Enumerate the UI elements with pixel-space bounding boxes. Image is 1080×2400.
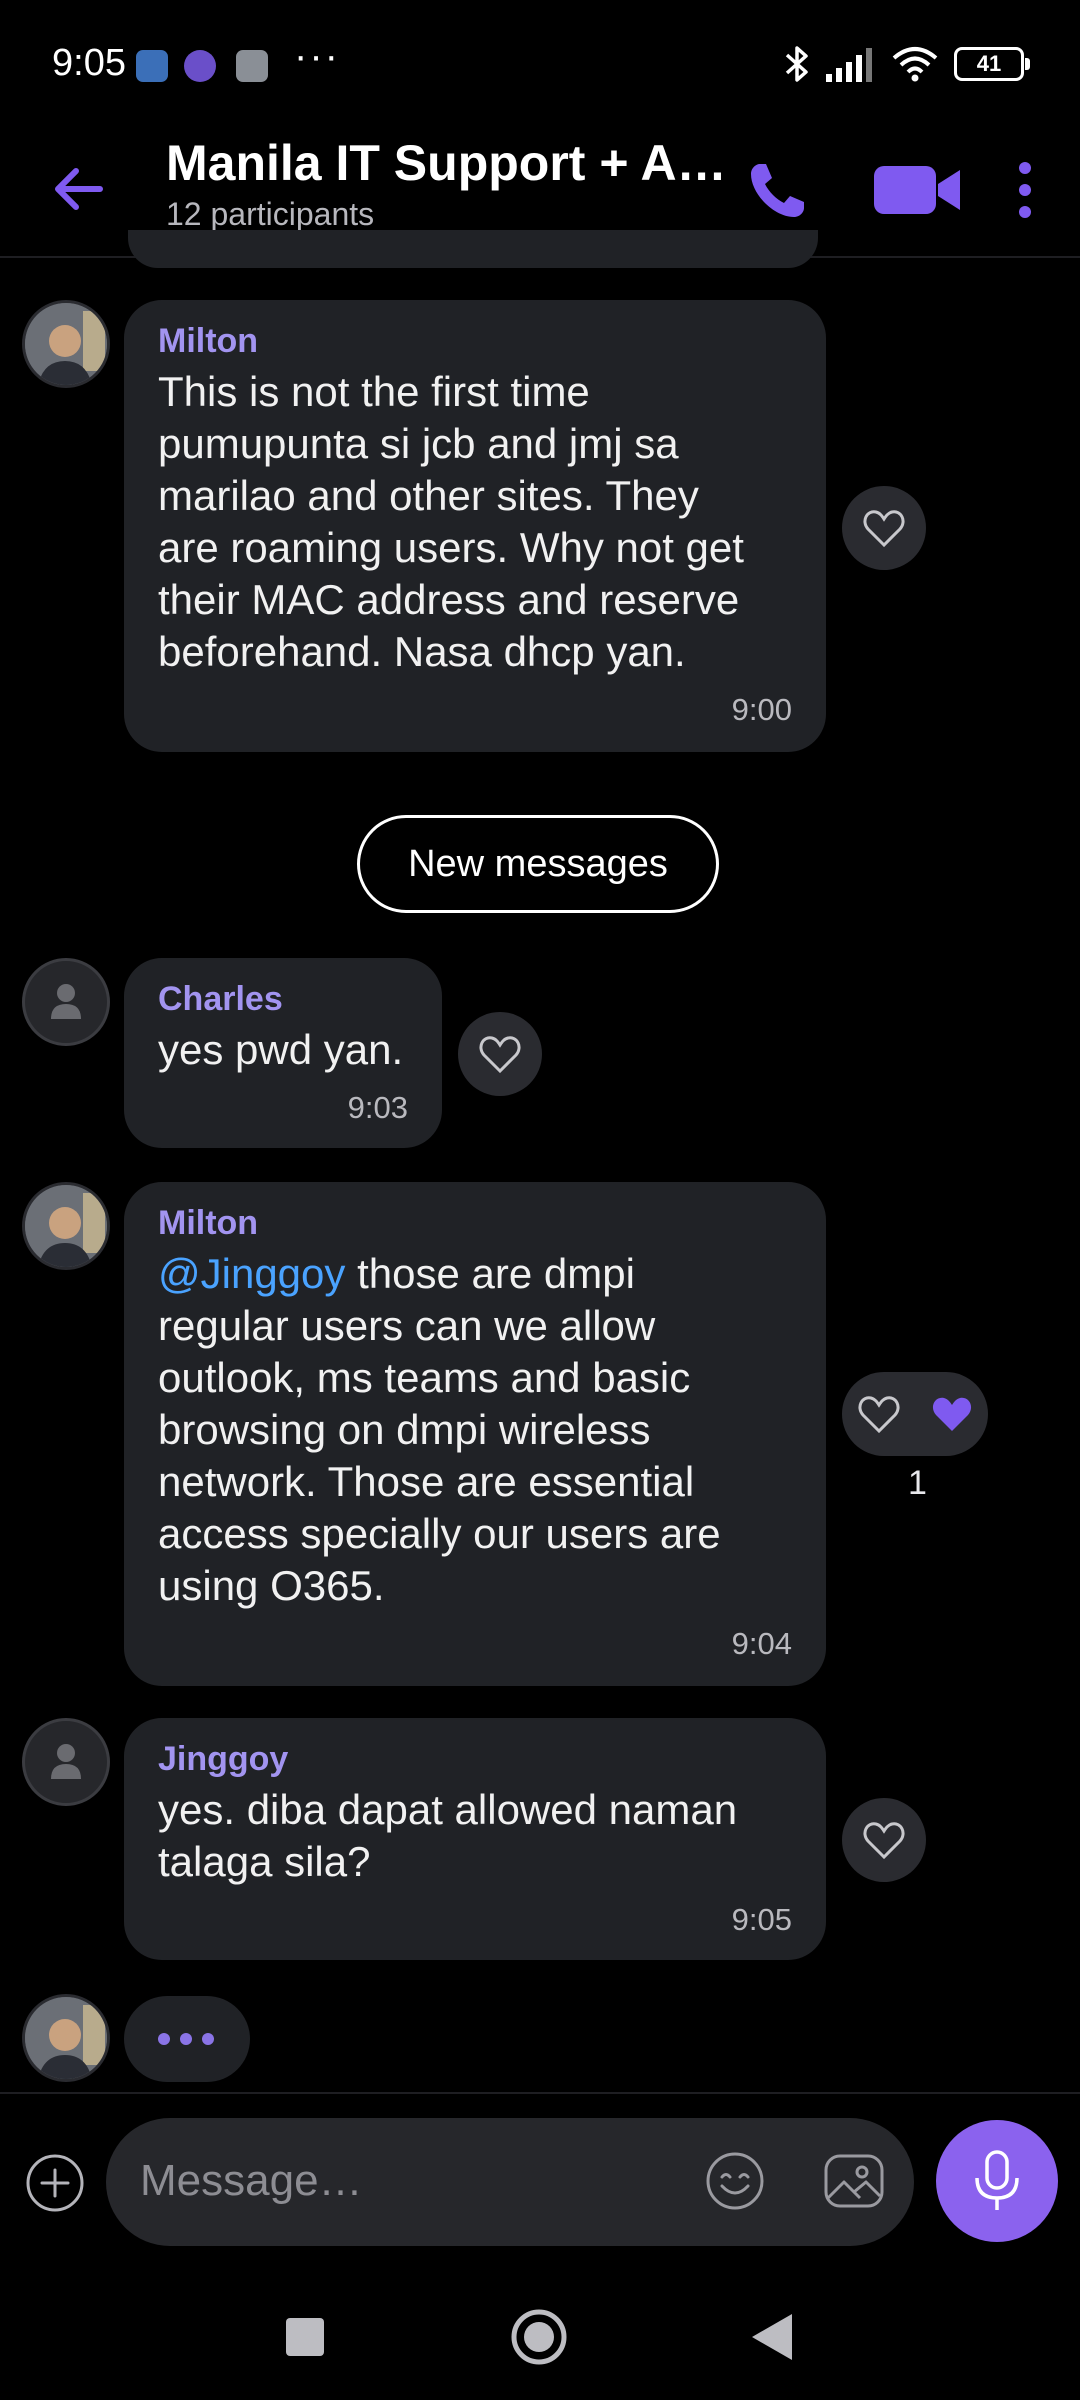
video-call-icon[interactable] (868, 150, 968, 230)
sender-name[interactable]: Jinggoy (158, 1740, 288, 1779)
avatar-milton[interactable] (22, 300, 110, 388)
message-icon (136, 50, 168, 82)
heart-filled-icon[interactable] (930, 1394, 974, 1434)
typing-indicator (124, 1996, 250, 2082)
heart-outline-icon (863, 510, 905, 548)
default-avatar-icon (51, 1744, 81, 1779)
message-text: @Jinggoy those are dmpi regular users ca… (158, 1250, 721, 1609)
avatar-jinggoy[interactable] (22, 1718, 110, 1806)
add-attachment-icon[interactable] (24, 2152, 86, 2214)
back-button[interactable] (738, 2302, 808, 2372)
home-button[interactable] (504, 2302, 574, 2372)
message-bubble[interactable]: Milton @Jinggoy those are dmpi regular u… (124, 1182, 826, 1686)
sender-name[interactable]: Milton (158, 1204, 258, 1243)
message-bubble[interactable]: Charles yes pwd yan. 9:03 (124, 958, 442, 1148)
battery-icon: 41 (954, 47, 1030, 81)
voice-message-button[interactable] (936, 2120, 1058, 2242)
typing-dots-icon (158, 2033, 214, 2045)
message-text: This is not the first time pumupunta si … (158, 368, 744, 675)
message-time: 9:05 (731, 1902, 792, 1937)
gallery-icon[interactable] (822, 2150, 886, 2212)
reaction-count[interactable]: 1 (908, 1464, 927, 1503)
microphone-icon (975, 2150, 1019, 2210)
profile-photo-icon (25, 303, 107, 385)
avatar-milton[interactable] (22, 1994, 110, 2082)
message-bubble[interactable]: Jinggoy yes. diba dapat allowed naman ta… (124, 1718, 826, 1960)
mention-link[interactable]: @Jinggoy (158, 1250, 345, 1297)
like-button[interactable] (458, 1012, 542, 1096)
message-placeholder: Message… (140, 2156, 363, 2205)
heart-outline-icon (479, 1036, 521, 1074)
like-button[interactable] (842, 1372, 988, 1456)
wifi-icon (892, 47, 938, 82)
message-time: 9:03 (347, 1090, 408, 1125)
previous-message-bubble (128, 230, 818, 268)
profile-photo-icon (25, 1185, 107, 1267)
signal-icon (826, 48, 872, 82)
message-text: yes. diba dapat allowed naman talaga sil… (158, 1786, 738, 1885)
status-bar: 9:05 ··· 41 (0, 0, 1080, 130)
chat-title[interactable]: Manila IT Support + A… (166, 134, 727, 192)
layers-icon (236, 50, 268, 82)
emoji-icon[interactable] (704, 2150, 766, 2212)
participants-count[interactable]: 12 participants (166, 196, 374, 233)
avatar-milton[interactable] (22, 1182, 110, 1270)
phone-call-icon[interactable] (738, 150, 818, 230)
sender-name[interactable]: Milton (158, 322, 258, 361)
message-time: 9:04 (731, 1626, 792, 1661)
message-input[interactable]: Message… (106, 2118, 914, 2246)
more-icon: ··· (294, 34, 340, 78)
default-avatar-icon (51, 984, 81, 1019)
message-text: yes pwd yan. (158, 1026, 404, 1073)
status-time: 9:05 (52, 42, 126, 84)
message-bubble[interactable]: Milton This is not the first time pumupu… (124, 300, 826, 752)
battery-level: 41 (976, 51, 1002, 76)
profile-photo-icon (25, 1997, 107, 2079)
sender-name[interactable]: Charles (158, 980, 283, 1019)
heart-outline-icon (858, 1396, 899, 1434)
back-arrow-icon[interactable] (44, 154, 114, 224)
like-button[interactable] (842, 486, 926, 570)
new-messages-button[interactable]: New messages (357, 815, 719, 913)
like-button[interactable] (842, 1798, 926, 1882)
bluetooth-icon (785, 46, 808, 82)
message-time: 9:00 (731, 692, 792, 727)
recents-button[interactable] (270, 2302, 340, 2372)
more-options-icon[interactable] (1000, 150, 1050, 230)
heart-outline-icon (863, 1822, 905, 1860)
viber-icon (184, 50, 216, 82)
avatar-charles[interactable] (22, 958, 110, 1046)
input-divider (0, 2092, 1080, 2094)
